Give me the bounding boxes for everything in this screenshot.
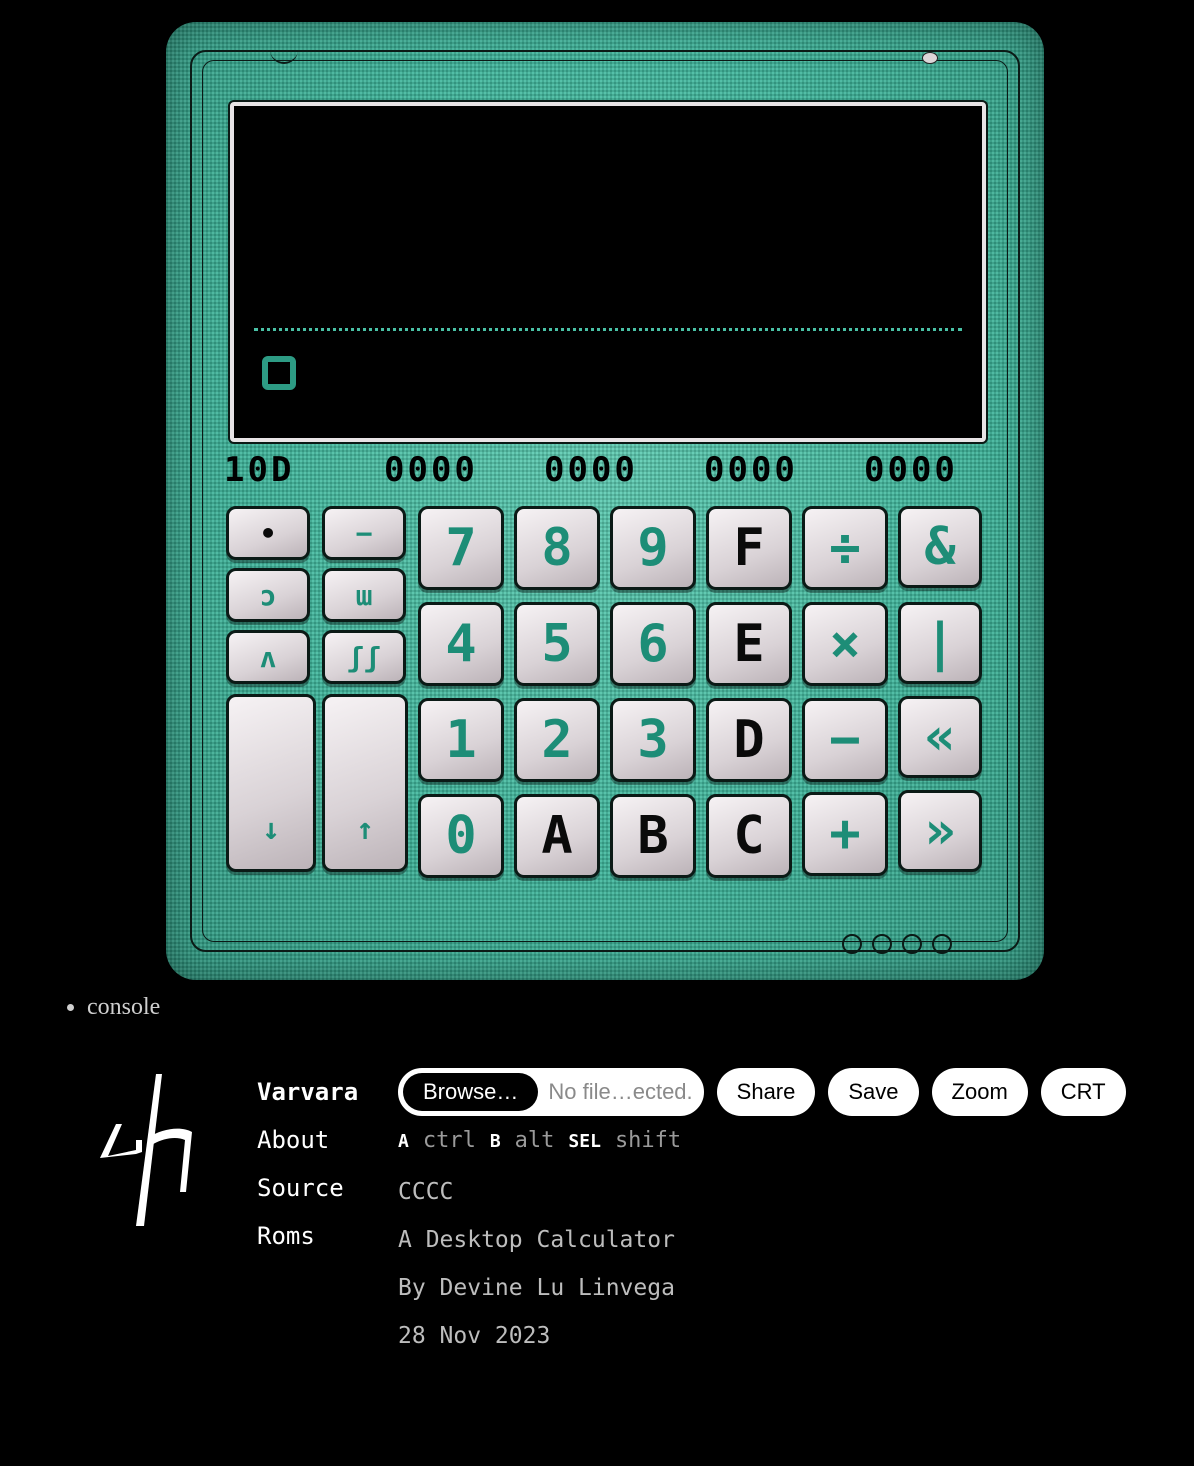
rom-name: CCCC bbox=[398, 1179, 454, 1205]
key-push[interactable]: ↑ bbox=[322, 694, 408, 872]
key-6[interactable]: 6 bbox=[610, 602, 696, 686]
display-divider bbox=[254, 328, 962, 331]
base-indicator: 10D bbox=[224, 450, 295, 490]
rom-author: By Devine Lu Linvega bbox=[398, 1275, 675, 1301]
nav-link-varvara[interactable]: Varvara bbox=[257, 1074, 358, 1122]
key-e[interactable]: E bbox=[706, 602, 792, 686]
main-nav: Varvara About Source Roms bbox=[257, 1074, 358, 1266]
indicator-light-icon bbox=[922, 52, 938, 64]
key-f[interactable]: F bbox=[706, 506, 792, 590]
key-pop[interactable]: ↓ bbox=[226, 694, 316, 872]
status-row: 10D 0000 0000 0000 0000 bbox=[224, 450, 984, 490]
key-shift-left[interactable]: ɔ bbox=[226, 568, 310, 622]
save-button[interactable]: Save bbox=[828, 1068, 919, 1116]
key-dot[interactable]: • bbox=[226, 506, 310, 560]
keymap: A ctrl B alt SEL shift bbox=[398, 1128, 681, 1153]
key-c[interactable]: C bbox=[706, 794, 792, 878]
key-8[interactable]: 8 bbox=[514, 506, 600, 590]
key-shift-left-bits[interactable]: « bbox=[898, 696, 982, 778]
calculator-canvas[interactable]: 10D 0000 0000 0000 0000 • ɔ ʌ ↓ − ɯ ʃʃ ↑… bbox=[166, 22, 1044, 980]
nav-link-about[interactable]: About bbox=[257, 1122, 358, 1170]
register-group-1: 0000 bbox=[384, 450, 478, 490]
share-button[interactable]: Share bbox=[716, 1068, 816, 1116]
key-3[interactable]: 3 bbox=[610, 698, 696, 782]
file-status-text: No file…ected. bbox=[548, 1079, 693, 1104]
key-shift-right[interactable]: ɯ bbox=[322, 568, 406, 622]
key-1[interactable]: 1 bbox=[418, 698, 504, 782]
keymap-key-a: A bbox=[398, 1131, 409, 1152]
key-4[interactable]: 4 bbox=[418, 602, 504, 686]
keymap-value-sel: shift bbox=[614, 1128, 682, 1153]
key-or[interactable]: | bbox=[898, 602, 982, 684]
key-swap[interactable]: ʃʃ bbox=[322, 630, 406, 684]
register-group-2: 0000 bbox=[544, 450, 638, 490]
nav-link-source[interactable]: Source bbox=[257, 1170, 358, 1218]
key-and[interactable]: & bbox=[898, 506, 982, 588]
key-divide[interactable]: ÷ bbox=[802, 506, 888, 590]
zoom-button[interactable]: Zoom bbox=[931, 1068, 1028, 1116]
key-9[interactable]: 9 bbox=[610, 506, 696, 590]
register-group-3: 0000 bbox=[704, 450, 798, 490]
key-5[interactable]: 5 bbox=[514, 602, 600, 686]
keymap-key-b: B bbox=[489, 1131, 501, 1152]
rom-file-input[interactable]: Browse… No file…ected. bbox=[398, 1068, 704, 1116]
key-7[interactable]: 7 bbox=[418, 506, 504, 590]
key-subtract[interactable]: − bbox=[802, 698, 888, 782]
keymap-value-a: ctrl bbox=[422, 1128, 476, 1153]
key-multiply[interactable]: × bbox=[802, 602, 888, 686]
register-group-4: 0000 bbox=[864, 450, 958, 490]
key-negate[interactable]: − bbox=[322, 506, 406, 560]
key-2[interactable]: 2 bbox=[514, 698, 600, 782]
keymap-key-sel: SEL bbox=[568, 1131, 601, 1152]
rom-info: CCCC A Desktop Calculator By Devine Lu L… bbox=[398, 1174, 675, 1366]
display-value-zero bbox=[262, 356, 296, 390]
console-item[interactable]: console bbox=[87, 994, 160, 1021]
controls-bar: Browse… No file…ected. Share Save Zoom C… bbox=[398, 1068, 1126, 1116]
key-add[interactable]: + bbox=[802, 792, 888, 876]
console-list: console bbox=[57, 994, 160, 1021]
browse-button[interactable]: Browse… bbox=[403, 1073, 539, 1111]
rom-date: 28 Nov 2023 bbox=[398, 1323, 551, 1349]
key-b[interactable]: B bbox=[610, 794, 696, 878]
key-a[interactable]: A bbox=[514, 794, 600, 878]
key-roll-up[interactable]: ʌ bbox=[226, 630, 310, 684]
nav-link-roms[interactable]: Roms bbox=[257, 1218, 358, 1266]
key-0[interactable]: 0 bbox=[418, 794, 504, 878]
hundred-rabbits-logo-icon[interactable] bbox=[96, 1072, 196, 1228]
crt-button[interactable]: CRT bbox=[1040, 1068, 1126, 1116]
connector-marks bbox=[842, 934, 962, 954]
key-d[interactable]: D bbox=[706, 698, 792, 782]
key-shift-right-bits[interactable]: » bbox=[898, 790, 982, 872]
rom-description: A Desktop Calculator bbox=[398, 1227, 675, 1253]
keymap-value-b: alt bbox=[514, 1128, 555, 1153]
display-screen bbox=[230, 102, 986, 442]
